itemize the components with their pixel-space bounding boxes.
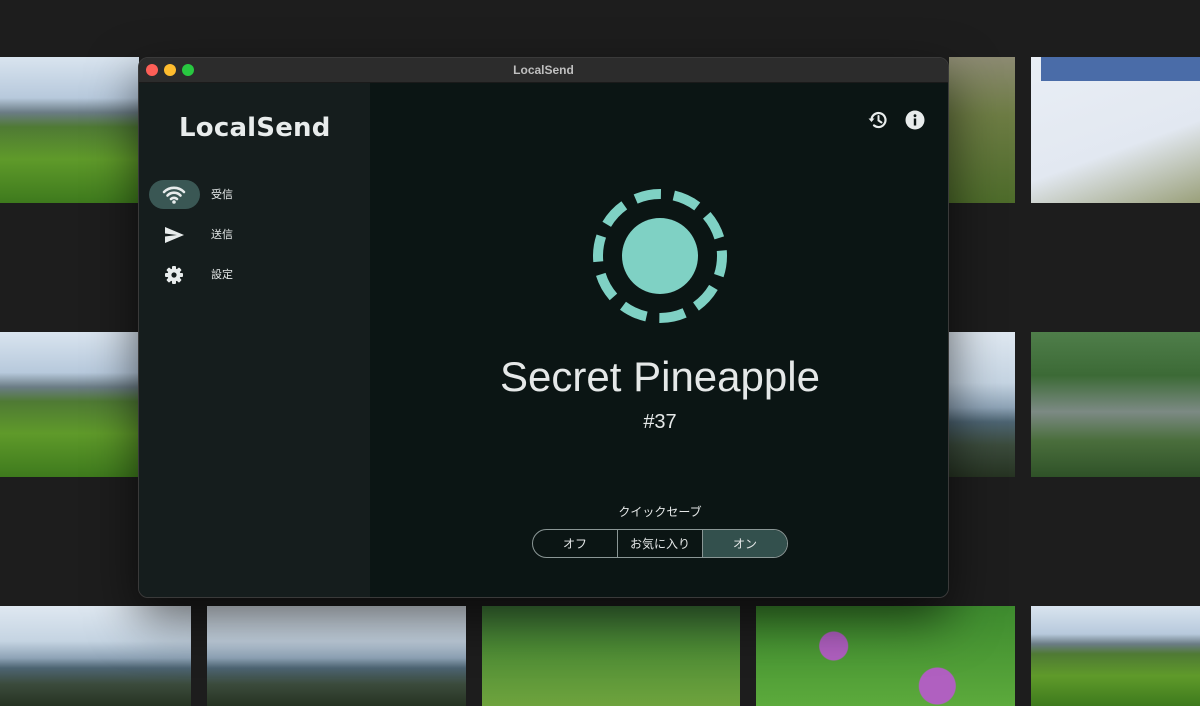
- quick-save-off-button[interactable]: オフ: [533, 530, 618, 557]
- device-id: #37: [643, 411, 677, 433]
- wifi-icon: [162, 185, 186, 205]
- info-icon[interactable]: [904, 109, 926, 131]
- sidebar-item-send[interactable]: 送信: [149, 220, 359, 249]
- app-name: LocalSend: [179, 113, 331, 143]
- sidebar-item-receive[interactable]: 受信: [149, 180, 359, 209]
- window-title: LocalSend: [513, 63, 574, 77]
- gear-icon: [162, 265, 186, 285]
- photo-tile: [949, 57, 1015, 203]
- sidebar-item-settings[interactable]: 設定: [149, 260, 359, 289]
- photo-tile: [0, 606, 191, 706]
- sidebar: LocalSend 受信 送信 設定: [139, 83, 370, 597]
- send-icon: [162, 225, 186, 245]
- photo-tile: [207, 606, 466, 706]
- photo-tile: [0, 57, 139, 203]
- photo-tile: [756, 606, 1015, 706]
- device-name: Secret Pineapple: [500, 353, 820, 400]
- title-bar[interactable]: LocalSend: [139, 58, 948, 83]
- receive-panel: Secret Pineapple #37 クイックセーブ オフ お気に入り オン: [370, 83, 948, 597]
- quick-save-toggle: オフ お気に入り オン: [532, 529, 788, 558]
- desktop-background: LocalSend LocalSend 受信 送信 設定 Secret Pine…: [0, 0, 1200, 706]
- history-icon[interactable]: [867, 109, 889, 131]
- photo-tile: [0, 332, 139, 477]
- photo-tile: [482, 606, 740, 706]
- photo-tile: [1031, 332, 1200, 477]
- app-window: LocalSend LocalSend 受信 送信 設定 Secret Pine…: [138, 57, 949, 598]
- sidebar-item-label: 設定: [211, 268, 233, 281]
- localsend-logo-icon: [589, 185, 731, 327]
- quick-save-on-button[interactable]: オン: [703, 530, 787, 557]
- quick-save-favorites-button[interactable]: お気に入り: [618, 530, 703, 557]
- photo-tile: [1031, 606, 1200, 706]
- photo-tile: [949, 332, 1015, 477]
- sidebar-item-label: 送信: [211, 228, 233, 241]
- photo-tile: [1031, 57, 1200, 203]
- quick-save-label: クイックセーブ: [618, 505, 702, 519]
- sidebar-item-label: 受信: [211, 188, 233, 201]
